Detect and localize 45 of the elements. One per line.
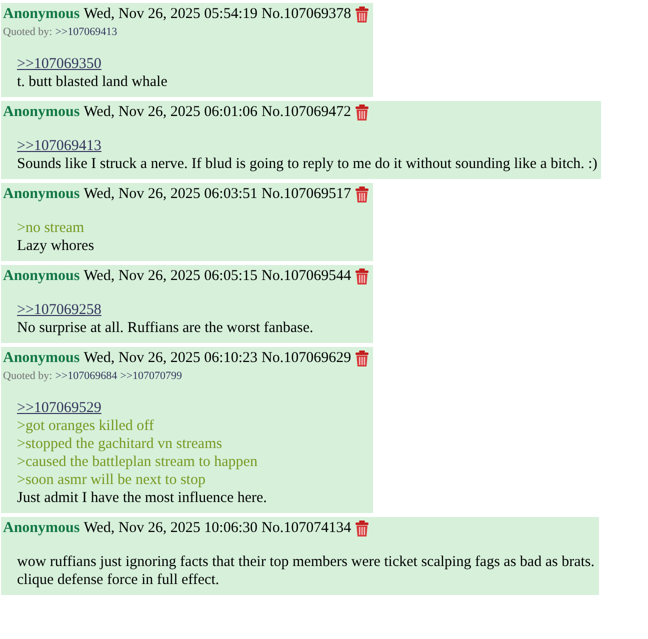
delete-icon[interactable] — [355, 520, 370, 537]
post-text: Just admit I have the most influence here. — [17, 489, 267, 507]
post-date: Wed, Nov 26, 2025 06:05:15 — [84, 267, 258, 286]
quote-link[interactable]: >>107069529 — [17, 399, 102, 417]
quoted-by-label: Quoted by: — [3, 25, 52, 40]
poster-name: Anonymous — [3, 185, 80, 204]
greentext-line: >no stream — [17, 219, 84, 237]
post-number[interactable]: No.107069629 — [262, 349, 352, 368]
poster-name: Anonymous — [3, 519, 80, 538]
post-text: t. butt blasted land whale — [17, 73, 168, 91]
post-date: Wed, Nov 26, 2025 06:03:51 — [84, 185, 258, 204]
quoted-by-label: Quoted by: — [3, 369, 52, 384]
greentext-line: >caused the battleplan stream to happen — [17, 453, 258, 471]
post-number[interactable]: No.107069517 — [262, 185, 352, 204]
delete-icon[interactable] — [355, 350, 370, 367]
post-text: Sounds like I struck a nerve. If blud is going to reply to me do it without sounding like a bitch. :) — [17, 155, 598, 173]
backlink[interactable]: >>107069413 — [55, 24, 118, 40]
poster-name: Anonymous — [3, 103, 80, 122]
post-text: clique defense force in full effect. — [17, 571, 220, 589]
post-number[interactable]: No.107069472 — [262, 103, 352, 122]
post-date: Wed, Nov 26, 2025 05:54:19 — [84, 5, 258, 24]
post-text: No surprise at all. Ruffians are the worst fanbase. — [17, 319, 314, 337]
poster-name: Anonymous — [3, 267, 80, 286]
delete-icon[interactable] — [355, 6, 370, 23]
post-text: wow ruffians just ignoring facts that their top members were ticket scalping fags as bad as brats. — [17, 553, 594, 571]
poster-name: Anonymous — [3, 349, 80, 368]
quote-link[interactable]: >>107069413 — [17, 137, 102, 155]
post-number[interactable]: No.107069544 — [262, 267, 352, 286]
backlink[interactable]: >>107070799 — [120, 368, 182, 384]
greentext-line: >stopped the gachitard vn streams — [17, 435, 222, 453]
post-date: Wed, Nov 26, 2025 06:01:06 — [84, 103, 258, 122]
quote-link[interactable]: >>107069350 — [17, 55, 102, 73]
quote-link[interactable]: >>107069258 — [17, 301, 102, 319]
delete-icon[interactable] — [355, 186, 370, 203]
post-date: Wed, Nov 26, 2025 10:06:30 — [84, 519, 258, 538]
greentext-line: >got oranges killed off — [17, 417, 154, 435]
delete-icon[interactable] — [355, 104, 370, 121]
backlink[interactable]: >>107069684 — [55, 368, 118, 384]
poster-name: Anonymous — [3, 5, 80, 24]
delete-icon[interactable] — [355, 268, 370, 285]
post-number[interactable]: No.107074134 — [262, 519, 352, 538]
post-text: Lazy whores — [17, 237, 94, 255]
post-number[interactable]: No.107069378 — [262, 5, 352, 24]
greentext-line: >soon asmr will be next to stop — [17, 471, 206, 489]
post-date: Wed, Nov 26, 2025 06:10:23 — [84, 349, 258, 368]
